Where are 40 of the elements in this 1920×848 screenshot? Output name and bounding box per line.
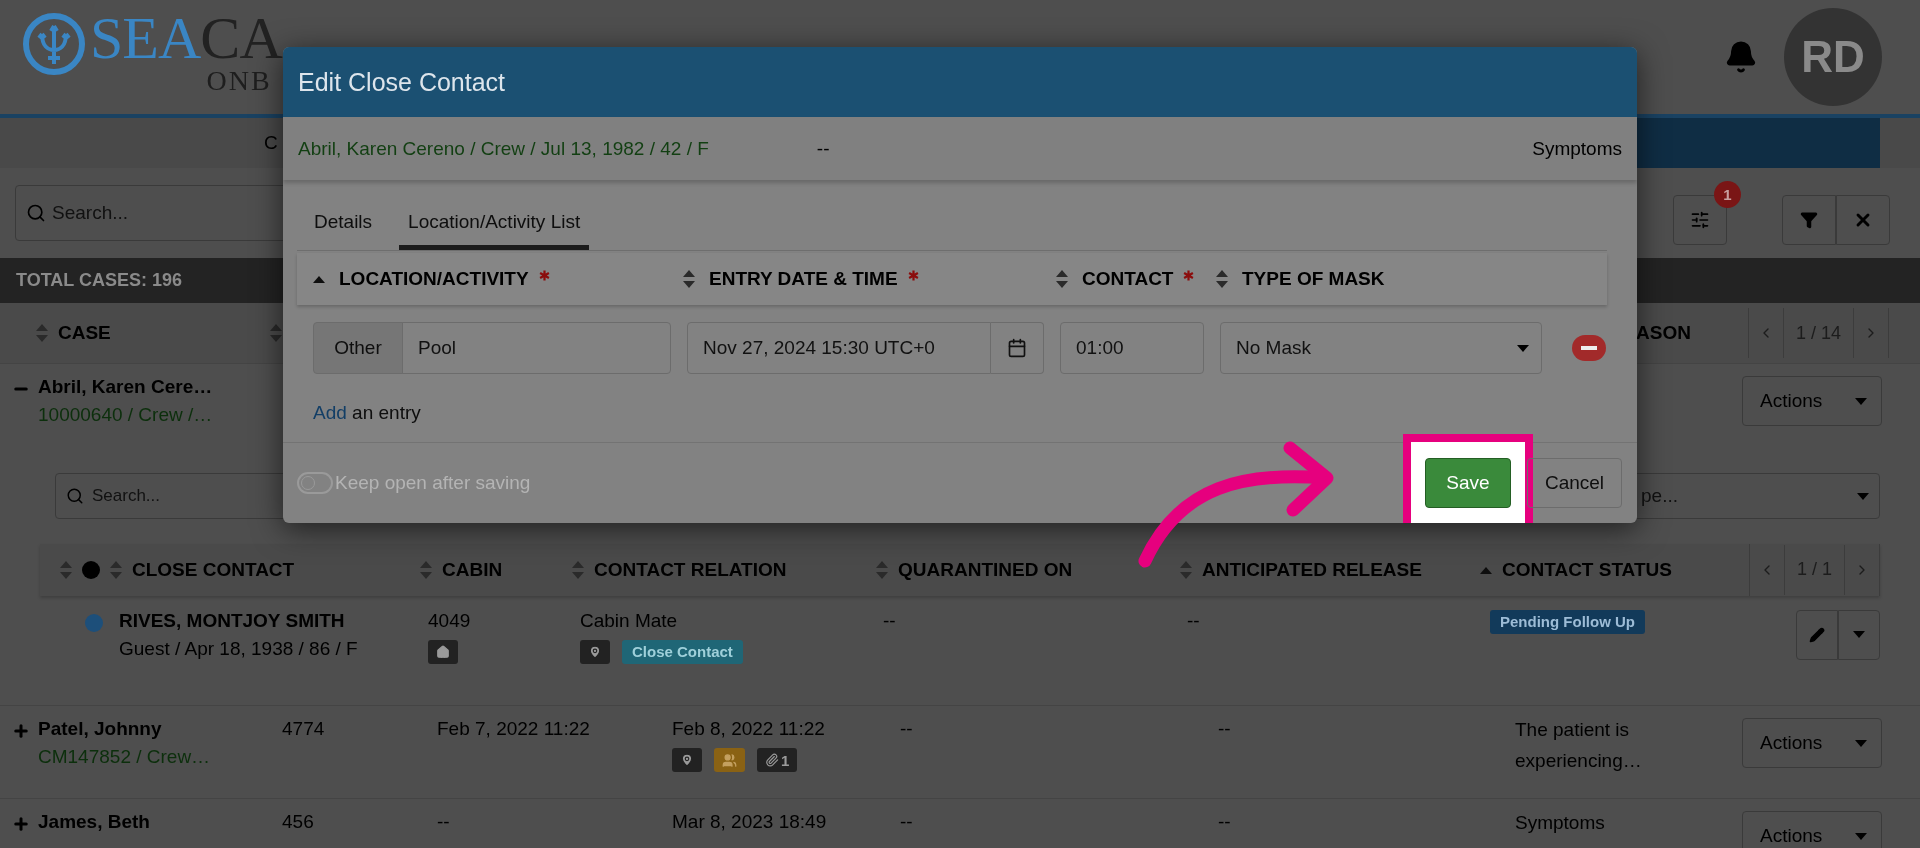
column-header: ASON — [1636, 322, 1691, 344]
table-cell-text: Feb 8, 2022 11:22 — [672, 718, 826, 740]
column-header: CONTACT STATUS — [1502, 558, 1672, 581]
table-cell: -- — [1187, 609, 1200, 631]
table-cell-text: The patient is experiencing… — [1515, 718, 1643, 773]
attachment-badge: 1 — [757, 748, 798, 772]
status-badge: Pending Follow Up — [1490, 609, 1645, 634]
column-header: CASE — [58, 322, 111, 344]
table-cell: 456 — [282, 811, 314, 832]
column-header: ENTRY DATE & TIME — [709, 268, 898, 290]
table-cell: -- — [900, 811, 913, 832]
table-cell: -- — [900, 718, 913, 739]
column-header: CLOSE CONTACT — [132, 558, 295, 581]
column-header: TYPE OF MASK — [1242, 268, 1385, 290]
table-cell-text: Cabin Mate — [580, 609, 679, 632]
column-header: CONTACT — [1082, 268, 1174, 290]
column-header: QUARANTINED ON — [898, 558, 1073, 581]
table-cell: Feb 7, 2022 11:22 — [437, 718, 590, 739]
table-cell: 4774 — [282, 718, 325, 739]
add-entry-text: Add an entry — [312, 402, 421, 425]
table-cell: -- — [883, 609, 896, 631]
contact-summary: Abril, Karen Cereno / Crew / Jul 13, 1982 / 42 / F — [298, 137, 709, 160]
column-header: LOCATION/ACTIVITY — [339, 268, 529, 290]
table-cell: -- — [437, 811, 450, 832]
contact-summary-value: -- — [816, 137, 830, 160]
table-cell-text: Symptoms — [1515, 811, 1606, 835]
case-detail: CM147852 / Crew… — [38, 746, 211, 768]
column-header: ANTICIPATED RELEASE — [1202, 558, 1422, 581]
dialog-title: Edit Close Contact — [298, 67, 506, 97]
table-cell: -- — [1218, 811, 1231, 832]
table-cell: Mar 8, 2023 18:49 — [672, 811, 827, 832]
table-cell: -- — [1218, 718, 1231, 739]
column-header: CABIN — [442, 558, 503, 581]
notification-badge: 1 — [1714, 181, 1741, 208]
contact-detail: Guest / Apr 18, 1938 / 86 / F — [119, 637, 358, 660]
contact-summary-reason: Symptoms — [1532, 137, 1622, 160]
column-header: CONTACT RELATION — [594, 558, 787, 581]
table-cell-text: 4049 — [428, 609, 472, 632]
case-detail: 10000640 / Crew /… — [38, 404, 213, 426]
relation-tag: Close Contact — [622, 639, 743, 664]
